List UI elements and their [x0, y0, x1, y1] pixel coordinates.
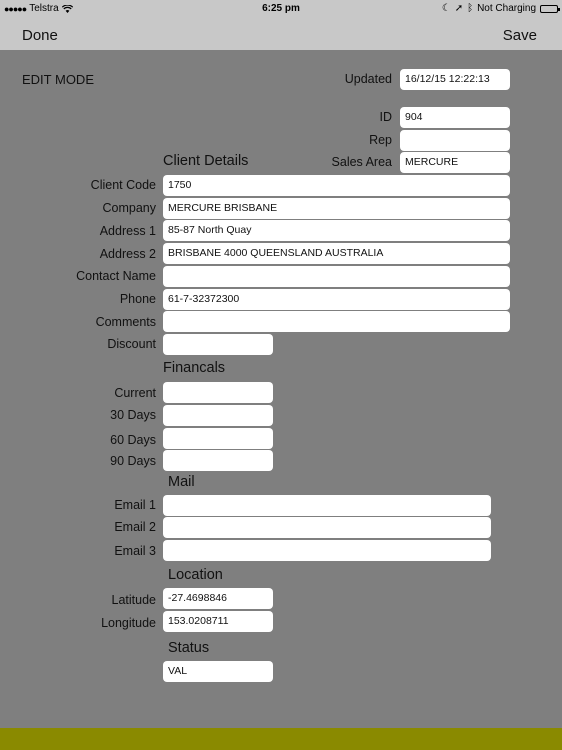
email2-label: Email 2: [114, 520, 156, 534]
status-field[interactable]: VAL: [163, 661, 273, 682]
rep-field[interactable]: [400, 130, 510, 151]
30-days-label: 30 Days: [110, 408, 156, 422]
id-label: ID: [379, 110, 393, 124]
phone-field[interactable]: 61-7-32372300: [163, 289, 510, 310]
phone-label: Phone: [119, 292, 156, 306]
comments-label: Comments: [95, 315, 156, 329]
email3-field[interactable]: [163, 540, 491, 561]
contact-name-label: Contact Name: [76, 269, 156, 283]
90-days-label: 90 Days: [110, 454, 156, 468]
address1-field[interactable]: 85-87 North Quay: [163, 220, 510, 241]
nav-bar: Done Save: [0, 18, 562, 50]
discount-label: Discount: [107, 337, 156, 351]
email3-label: Email 3: [114, 544, 156, 558]
id-field[interactable]: 904: [400, 107, 510, 128]
done-button[interactable]: Done: [22, 27, 58, 44]
address1-label: Address 1: [99, 224, 156, 238]
sales-area-label: Sales Area: [331, 155, 392, 169]
client-code-field[interactable]: 1750: [163, 175, 510, 196]
section-financials: Financals: [163, 360, 226, 376]
comments-field[interactable]: [163, 311, 510, 332]
rep-label: Rep: [369, 133, 392, 147]
longitude-label: Longitude: [101, 616, 156, 630]
current-label: Current: [114, 386, 156, 400]
updated-field[interactable]: 16/12/15 12:22:13: [400, 69, 510, 90]
section-client-details: Client Details: [163, 153, 249, 169]
longitude-field[interactable]: 153.0208711: [163, 611, 273, 632]
email1-field[interactable]: [163, 495, 491, 516]
email1-label: Email 1: [114, 498, 156, 512]
discount-field[interactable]: [163, 334, 273, 355]
mode-label: EDIT MODE: [22, 72, 94, 87]
battery-icon: [540, 4, 560, 13]
address2-label: Address 2: [99, 247, 156, 261]
status-right: ☾ ➚ ᛒ Not Charging: [441, 3, 560, 14]
bottom-bar: [0, 728, 562, 750]
location-arrow-icon: ➚: [454, 3, 464, 14]
charging-label: Not Charging: [477, 3, 536, 14]
company-label: Company: [102, 201, 157, 215]
email2-field[interactable]: [163, 517, 491, 538]
contact-name-field[interactable]: [163, 266, 510, 287]
section-location: Location: [168, 567, 223, 583]
moon-icon: ☾: [441, 3, 451, 14]
section-mail: Mail: [168, 474, 195, 490]
company-field[interactable]: MERCURE BRISBANE: [163, 198, 510, 219]
section-status: Status: [168, 640, 210, 656]
30-days-field[interactable]: [163, 405, 273, 426]
latitude-label: Latitude: [111, 593, 156, 607]
sales-area-field[interactable]: MERCURE: [400, 152, 510, 173]
latitude-field[interactable]: -27.4698846: [163, 588, 273, 609]
save-button[interactable]: Save: [503, 27, 537, 44]
90-days-field[interactable]: [163, 450, 273, 471]
status-bar: ●●●●● Telstra 6:25 pm ☾ ➚ ᛒ Not Charging: [0, 0, 562, 18]
60-days-field[interactable]: [163, 428, 273, 449]
client-code-label: Client Code: [90, 178, 156, 192]
updated-label: Updated: [344, 72, 392, 86]
address2-field[interactable]: BRISBANE 4000 QUEENSLAND AUSTRALIA: [163, 243, 510, 264]
current-field[interactable]: [163, 382, 273, 403]
60-days-label: 60 Days: [110, 433, 156, 447]
bluetooth-icon: ᛒ: [467, 3, 474, 14]
